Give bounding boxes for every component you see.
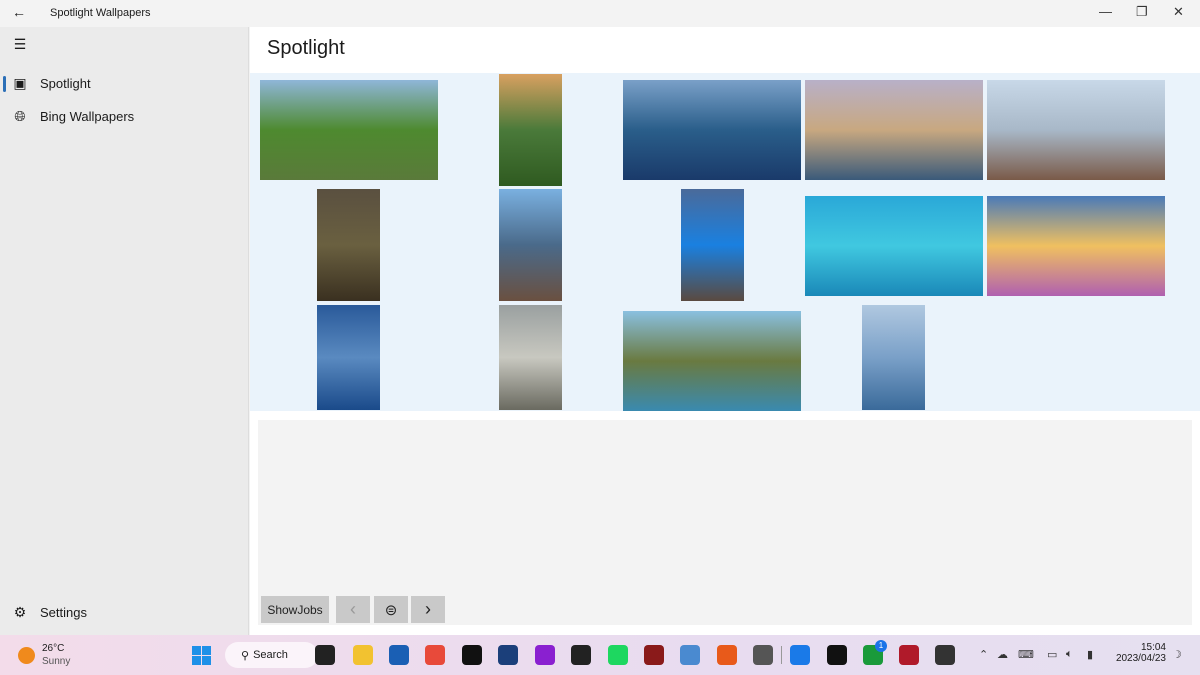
game-launcher-icon[interactable]	[899, 645, 919, 665]
spotlight-app-icon[interactable]	[935, 645, 955, 665]
wallpaper-thumbnail[interactable]	[987, 80, 1165, 180]
amazon-games-icon[interactable]	[827, 645, 847, 665]
notification-badge: 1	[875, 640, 887, 652]
next-button[interactable]: ›	[411, 596, 445, 623]
window-title: Spotlight Wallpapers	[50, 7, 150, 19]
details-panel	[258, 420, 1192, 625]
network-icon[interactable]: ▭	[1047, 648, 1057, 661]
weather-temp[interactable]: 26°C	[42, 643, 64, 654]
selection-indicator	[3, 76, 6, 92]
wallpaper-icon: ▣	[0, 75, 40, 92]
chevron-right-icon: ›	[425, 599, 431, 620]
moon-icon[interactable]: ☽	[1172, 648, 1182, 661]
volume-icon[interactable]: 🔈︎	[1066, 648, 1073, 661]
task-view-icon[interactable]	[315, 645, 335, 665]
sidebar: ☰ ▣ Spotlight 🌐︎ Bing Wallpapers ⚙ Setti…	[0, 27, 249, 635]
list-button[interactable]: ⊜	[374, 596, 408, 623]
onedrive-icon[interactable]: ☁	[997, 648, 1008, 661]
time: 15:04	[1116, 642, 1166, 653]
wallpaper-thumbnail[interactable]	[499, 74, 562, 186]
page-title: Spotlight	[267, 37, 345, 60]
wallpaper-thumbnail[interactable]	[623, 311, 801, 411]
chevron-left-icon: ‹	[350, 599, 356, 620]
ea-icon[interactable]	[717, 645, 737, 665]
search-icon: ⚲	[241, 649, 249, 662]
search-label: Search	[253, 649, 288, 661]
minimize-button[interactable]: —	[1099, 4, 1112, 19]
clock[interactable]: 15:04 2023/04/23	[1116, 642, 1166, 664]
gear-icon: ⚙	[0, 604, 40, 621]
sidebar-item-bing-wallpapers[interactable]: 🌐︎ Bing Wallpapers	[0, 101, 249, 131]
wallpaper-thumbnail[interactable]	[805, 80, 983, 180]
wallpaper-thumbnail[interactable]	[623, 80, 801, 180]
hamburger-menu-button[interactable]: ☰	[0, 29, 249, 59]
keyboard-icon[interactable]: ⌨	[1018, 648, 1034, 661]
sidebar-item-settings[interactable]: ⚙ Settings	[0, 597, 249, 627]
battery-icon[interactable]: ▮	[1087, 648, 1093, 661]
wallpaper-thumbnail[interactable]	[499, 189, 562, 301]
taskbar: 26°C Sunny ⚲ Search 1 ⌃ ☁ ⌨ ▭ 🔈︎ ▮ 15:04 …	[0, 635, 1200, 675]
previous-button[interactable]: ‹	[336, 596, 370, 623]
restore-button[interactable]: ❐	[1136, 4, 1148, 20]
taskbar-divider	[781, 646, 782, 664]
hamburger-icon: ☰	[0, 36, 40, 53]
globe-icon: 🌐︎	[0, 108, 40, 125]
store-icon[interactable]	[389, 645, 409, 665]
wallpaper-thumbnail[interactable]	[805, 196, 983, 296]
epic-games-icon[interactable]	[571, 645, 591, 665]
sidebar-item-label: Settings	[40, 605, 87, 620]
chrome-icon[interactable]	[425, 645, 445, 665]
remote-desktop-icon[interactable]	[680, 645, 700, 665]
file-explorer-icon[interactable]	[353, 645, 373, 665]
cortana-icon[interactable]	[535, 645, 555, 665]
wallpaper-thumbnail[interactable]	[260, 80, 438, 180]
wallpaper-thumbnail[interactable]	[987, 196, 1165, 296]
start-button[interactable]	[192, 646, 211, 665]
spotify-icon[interactable]	[608, 645, 628, 665]
back-button[interactable]: ←	[12, 4, 26, 20]
wallpaper-thumbnail[interactable]	[499, 305, 562, 410]
wallpaper-thumbnail[interactable]	[317, 189, 380, 301]
wallpaper-thumbnail[interactable]	[681, 189, 744, 301]
chevron-up-icon[interactable]: ⌃	[979, 648, 988, 661]
sun-icon	[18, 647, 35, 664]
game-icon[interactable]	[644, 645, 664, 665]
wallpaper-thumbnail[interactable]	[317, 305, 380, 410]
weather-desc[interactable]: Sunny	[42, 656, 70, 667]
logitech-g-icon[interactable]	[462, 645, 482, 665]
sidebar-item-spotlight[interactable]: ▣ Spotlight	[0, 68, 249, 98]
close-button[interactable]: ✕	[1173, 4, 1184, 20]
steam-icon[interactable]	[498, 645, 518, 665]
show-jobs-button[interactable]: ShowJobs	[261, 596, 329, 623]
title-bar: ← Spotlight Wallpapers — ❐ ✕	[0, 0, 1200, 27]
list-circle-icon: ⊜	[385, 601, 398, 619]
date: 2023/04/23	[1116, 653, 1166, 664]
bing-icon[interactable]	[790, 645, 810, 665]
wallpaper-thumbnail[interactable]	[862, 305, 925, 410]
search-box[interactable]: ⚲ Search	[225, 642, 318, 668]
quake-icon[interactable]	[753, 645, 773, 665]
sidebar-item-label: Bing Wallpapers	[40, 109, 134, 124]
sidebar-item-label: Spotlight	[40, 76, 91, 91]
